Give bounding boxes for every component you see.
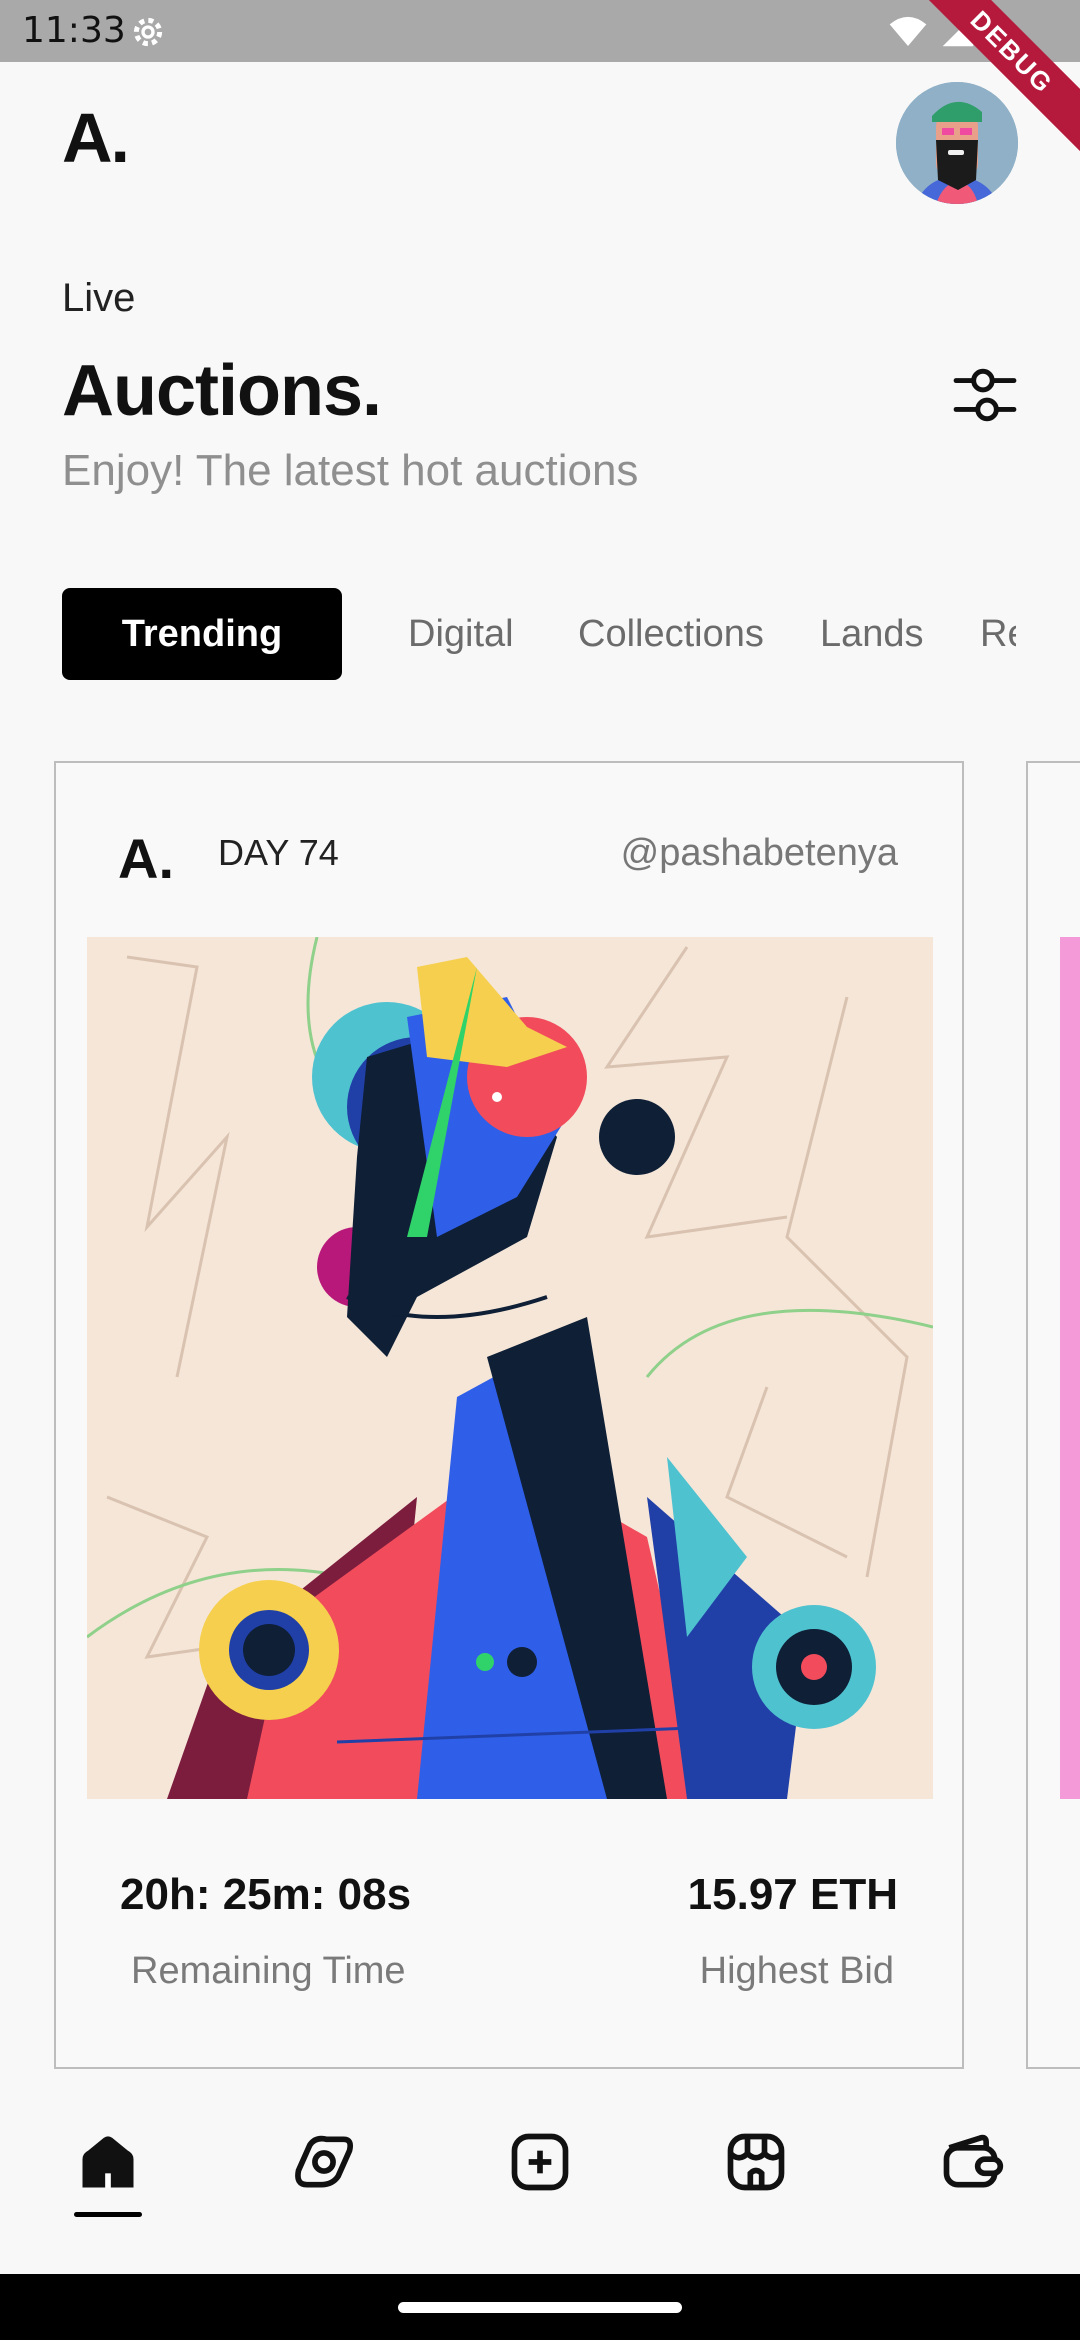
artist-handle[interactable]: @pashabetenya [621, 832, 898, 875]
artwork-title: DAY 74 [218, 832, 339, 873]
status-time: 11:33 [22, 10, 126, 51]
highest-bid-label: Highest Bid [699, 1950, 894, 1992]
highest-bid-value: 15.97 ETH [687, 1870, 898, 1919]
page-subtitle: Enjoy! The latest hot auctions [62, 446, 639, 495]
wifi-icon [889, 16, 927, 46]
tab-digital[interactable]: Digital [408, 588, 514, 680]
nav-active-indicator [74, 2212, 142, 2217]
avatar-illustration [896, 82, 1018, 204]
next-auction-artwork [1060, 937, 1080, 1799]
tab-trending[interactable]: Trending [62, 588, 342, 680]
remaining-time-value: 20h: 25m: 08s [120, 1870, 412, 1919]
home-icon[interactable] [74, 2128, 142, 2196]
page-title: Auctions. [62, 351, 382, 431]
card-logo: A. [118, 827, 174, 890]
tab-partial[interactable]: Re [980, 588, 1016, 680]
tab-collections[interactable]: Collections [578, 588, 764, 680]
live-label: Live [62, 276, 136, 320]
store-icon[interactable] [722, 2128, 790, 2196]
tab-lands[interactable]: Lands [820, 588, 924, 680]
home-gesture-pill[interactable] [398, 2302, 682, 2313]
artwork-illustration [87, 937, 933, 1799]
explore-icon[interactable] [290, 2128, 358, 2196]
app-logo: A. [62, 99, 130, 177]
artwork-image[interactable] [87, 937, 933, 1799]
settings-status-icon [133, 17, 163, 47]
wallet-icon[interactable] [938, 2128, 1006, 2196]
remaining-time-label: Remaining Time [131, 1950, 406, 1992]
filter-icon[interactable] [952, 362, 1018, 428]
add-icon[interactable] [506, 2128, 574, 2196]
profile-avatar[interactable] [896, 82, 1018, 204]
